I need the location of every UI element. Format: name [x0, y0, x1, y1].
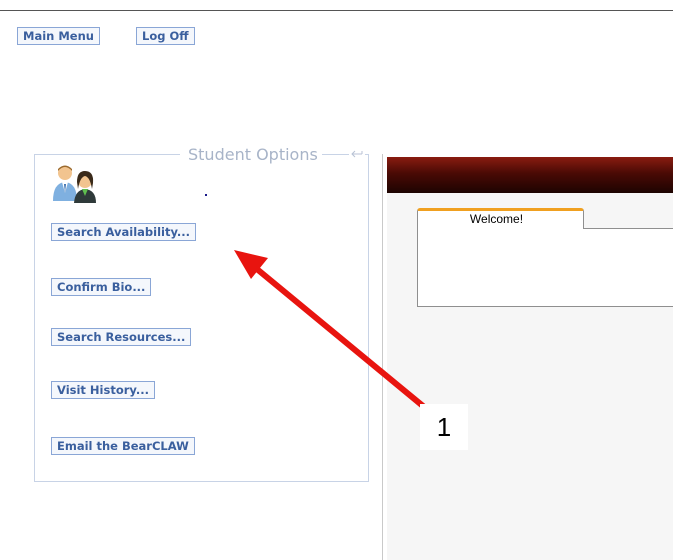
main-menu-button[interactable]: Main Menu: [17, 27, 100, 45]
visit-history-button[interactable]: Visit History...: [51, 381, 155, 399]
collapse-arrow-icon[interactable]: [349, 146, 365, 162]
content-divider: [382, 154, 383, 560]
welcome-tab-content: [417, 228, 673, 307]
log-off-button[interactable]: Log Off: [136, 27, 195, 45]
student-options-panel: [34, 154, 369, 482]
student-options-legend: Student Options: [180, 145, 322, 165]
confirm-bio-button[interactable]: Confirm Bio...: [51, 278, 152, 296]
top-divider: [0, 10, 673, 11]
search-availability-button[interactable]: Search Availability...: [51, 223, 197, 241]
email-bearclaw-button[interactable]: Email the BearCLAW: [51, 437, 195, 455]
content-header-bar: [387, 157, 673, 193]
decorative-dot: [205, 194, 207, 196]
students-icon: [53, 165, 96, 203]
tab-welcome[interactable]: Welcome!: [417, 208, 584, 229]
annotation-callout-label: 1: [420, 404, 468, 450]
search-resources-button[interactable]: Search Resources...: [51, 328, 192, 346]
